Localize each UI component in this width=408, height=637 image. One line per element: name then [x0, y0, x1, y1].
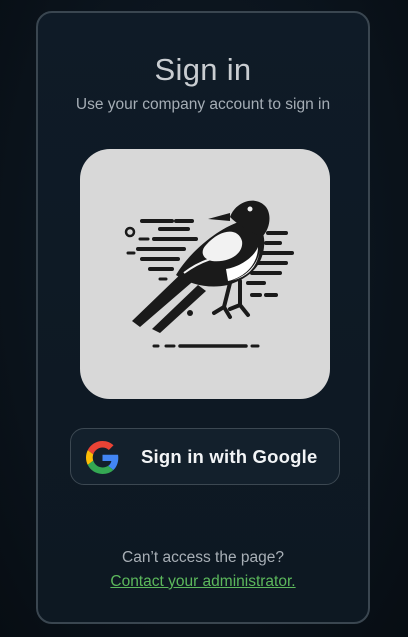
magpie-logo-icon	[124, 200, 294, 348]
google-signin-button[interactable]: Sign in with Google	[70, 428, 340, 485]
signin-card: Sign in Use your company account to sign…	[36, 11, 370, 624]
google-button-label: Sign in with Google	[141, 446, 318, 467]
page-subtitle: Use your company account to sign in	[75, 96, 331, 113]
app-logo	[80, 149, 330, 399]
help-text: Can’t access the page?	[122, 549, 284, 566]
page-title: Sign in	[154, 52, 252, 87]
google-g-icon	[86, 441, 119, 474]
contact-admin-link[interactable]: Contact your administrator.	[110, 573, 295, 590]
